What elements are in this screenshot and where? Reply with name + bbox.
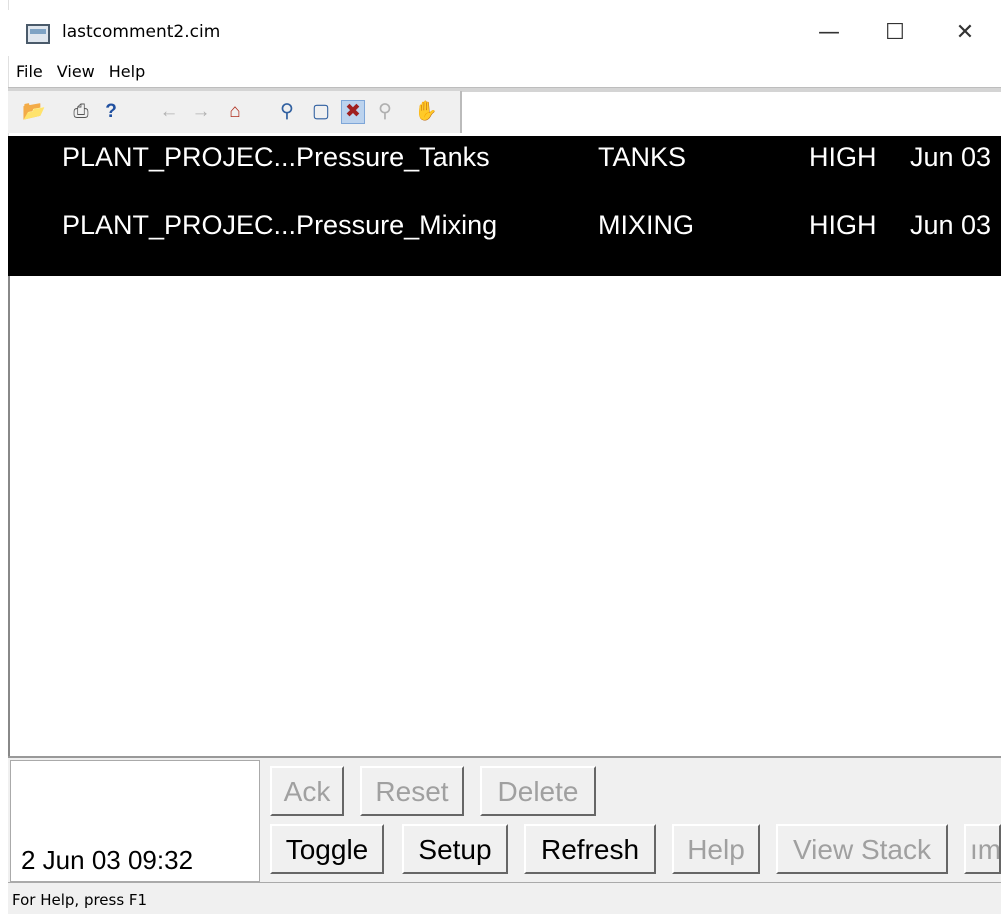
pan-icon[interactable]: ✋ [414, 101, 438, 123]
window-title: lastcomment2.cim [62, 22, 221, 42]
help-button[interactable]: Help [672, 824, 760, 874]
zoom-in-icon[interactable]: ⚲ [374, 101, 396, 123]
context-help-icon[interactable]: ? [100, 101, 122, 123]
ack-button[interactable]: Ack [270, 766, 344, 816]
alarm-name: PLANT_PROJEC...Pressure_Tanks [62, 142, 490, 172]
toggle-button[interactable]: Toggle [270, 824, 384, 874]
alarm-date: Jun 03 [910, 142, 992, 172]
view-stack-button[interactable]: View Stack [776, 824, 948, 874]
close-button[interactable]: ✕ [930, 10, 1000, 56]
minimize-button[interactable]: — [794, 10, 864, 56]
alarm-view-area[interactable] [8, 276, 1001, 756]
datetime-text: 2 Jun 03 09:32 [21, 845, 194, 875]
zoom-extents-icon[interactable]: ✖ [341, 100, 365, 124]
alarm-area: MIXING [598, 210, 695, 240]
status-text: For Help, press F1 [12, 891, 148, 909]
control-panel: 2 Jun 03 09:32 Ack Reset Delete Toggle S… [8, 756, 1001, 882]
menu-file[interactable]: File [8, 58, 49, 81]
alarm-list: PLANT_PROJEC...Pressure_Tanks TANKS HIGH… [8, 136, 1001, 276]
alarm-row[interactable]: PLANT_PROJEC...Pressure_Mixing MIXING HI… [8, 204, 1001, 264]
toolbar: 📂 ⎙ ? ← → ⌂ ⚲ ▢ ✖ ⚲ ✋ [8, 91, 462, 133]
status-bar: For Help, press F1 [8, 882, 1001, 914]
datetime-display: 2 Jun 03 09:32 [10, 760, 260, 882]
alarm-date: Jun 03 [910, 210, 992, 240]
zoom-icon[interactable]: ⚲ [276, 101, 298, 123]
open-folder-icon[interactable]: 📂 [22, 101, 46, 123]
alarm-area: TANKS [598, 142, 687, 172]
back-arrow-icon[interactable]: ← [158, 101, 180, 123]
home-icon[interactable]: ⌂ [224, 101, 246, 123]
alarm-priority: HIGH [809, 210, 877, 240]
app-icon [26, 24, 50, 44]
reset-button[interactable]: Reset [360, 766, 464, 816]
alarm-name: PLANT_PROJEC...Pressure_Mixing [62, 210, 498, 240]
forward-arrow-icon[interactable]: → [190, 101, 212, 123]
zoom-window-icon[interactable]: ▢ [310, 101, 332, 123]
maximize-button[interactable]: ☐ [860, 10, 930, 56]
refresh-button[interactable]: Refresh [524, 824, 656, 874]
menu-view[interactable]: View [49, 58, 101, 81]
alarm-priority: HIGH [809, 142, 877, 172]
application-window: lastcomment2.cim — ☐ ✕ File View Help 📂 ⎙ … [0, 0, 1001, 914]
menu-bar: File View Help [8, 58, 1001, 86]
setup-button[interactable]: Setup [402, 824, 508, 874]
title-bar[interactable]: lastcomment2.cim — ☐ ✕ [8, 10, 1001, 56]
menu-help[interactable]: Help [101, 58, 151, 81]
comment-button[interactable]: ıme [964, 824, 1001, 874]
delete-button[interactable]: Delete [480, 766, 596, 816]
alarm-row[interactable]: PLANT_PROJEC...Pressure_Tanks TANKS HIGH… [8, 136, 1001, 196]
print-icon[interactable]: ⎙ [70, 101, 92, 123]
